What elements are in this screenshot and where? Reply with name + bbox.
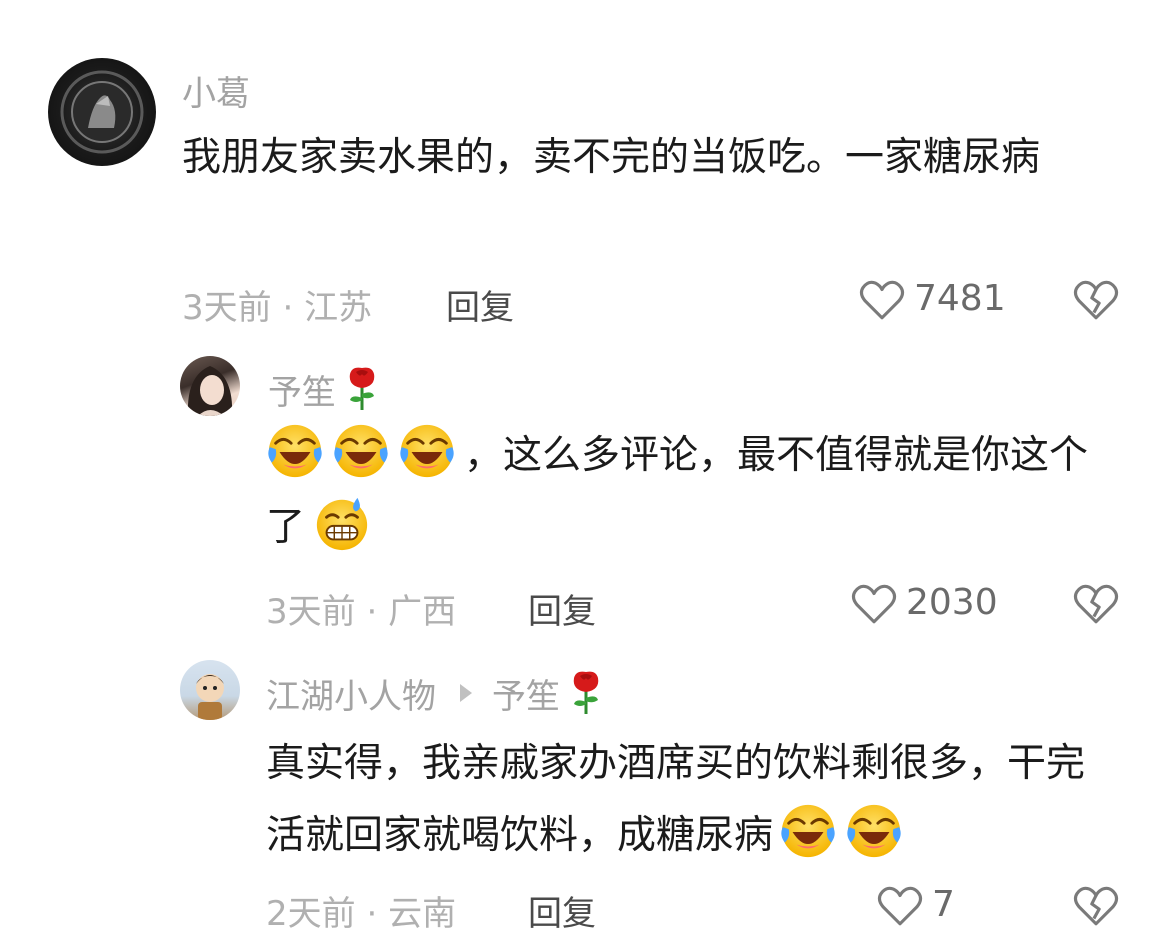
username[interactable]: 小葛: [182, 66, 250, 115]
reply-arrow-icon: [460, 684, 472, 702]
avatar[interactable]: [180, 660, 240, 720]
broken-heart-icon[interactable]: [1072, 582, 1120, 626]
rolling-on-floor-laughing-emoji: [266, 423, 324, 479]
rolling-on-floor-laughing-emoji: [845, 803, 903, 859]
reply-button[interactable]: 回复: [528, 886, 596, 935]
location: 广西: [388, 592, 457, 632]
avatar[interactable]: [48, 58, 156, 166]
rolling-on-floor-laughing-emoji: [332, 423, 390, 479]
rolling-on-floor-laughing-emoji: [398, 423, 456, 479]
reply-button[interactable]: 回复: [446, 280, 514, 329]
like-count: 7481: [914, 278, 1006, 319]
rose-emoji: [572, 670, 600, 716]
comment-meta: 3天前 · 广西: [266, 584, 456, 633]
grinning-sweat-emoji: [315, 496, 369, 552]
timestamp: 3天前: [266, 592, 356, 632]
avatar-cartoon-icon: [196, 674, 224, 720]
broken-heart-icon[interactable]: [1072, 884, 1120, 928]
comment-3: 江湖小人物 予笙 真实得，我亲戚家办酒席买的饮料剩很多，干完活就回家就喝饮料，成糖…: [0, 640, 1170, 936]
comment-meta: 3天前 · 江苏: [182, 280, 372, 329]
location: 江苏: [304, 288, 373, 328]
reply-to-username[interactable]: 予笙: [492, 677, 560, 717]
comment-text: 我朋友家卖水果的，卖不完的当饭吃。一家糖尿病: [182, 135, 1041, 180]
heart-outline-icon[interactable]: [850, 582, 898, 626]
like-count: 2030: [906, 582, 998, 623]
rose-emoji: [348, 366, 376, 412]
separator: ·: [355, 592, 389, 632]
username-thread: 江湖小人物 予笙: [266, 668, 606, 718]
reply-button[interactable]: 回复: [528, 584, 596, 633]
rolling-on-floor-laughing-emoji: [779, 803, 837, 859]
timestamp: 3天前: [182, 288, 272, 328]
username[interactable]: 予笙: [268, 364, 382, 414]
timestamp: 2天前: [266, 894, 356, 934]
comment-text: ，这么多评论，最不值得就是你这个了: [266, 420, 1096, 564]
comment-meta: 2天前 · 云南: [266, 886, 456, 935]
avatar-emblem-icon: [60, 70, 144, 154]
heart-outline-icon[interactable]: [858, 278, 906, 322]
comment-2: 予笙 ，这么多评论，最不值得就是你这个了 3天前 · 广西 回复 2030: [0, 330, 1170, 640]
heart-outline-icon[interactable]: [876, 884, 924, 928]
like-count: 7: [932, 884, 955, 925]
location: 云南: [388, 894, 457, 934]
broken-heart-icon[interactable]: [1072, 278, 1120, 322]
separator: ·: [355, 894, 389, 934]
comment-text: 真实得，我亲戚家办酒席买的饮料剩很多，干完活就回家就喝饮料，成糖尿病: [266, 741, 1086, 859]
avatar[interactable]: [180, 356, 240, 416]
avatar-portrait-icon: [187, 366, 233, 416]
comment-1: 小葛 我朋友家卖水果的，卖不完的当饭吃。一家糖尿病 3天前 · 江苏 回复 74…: [0, 0, 1170, 330]
username[interactable]: 江湖小人物: [266, 677, 436, 717]
separator: ·: [271, 288, 305, 328]
